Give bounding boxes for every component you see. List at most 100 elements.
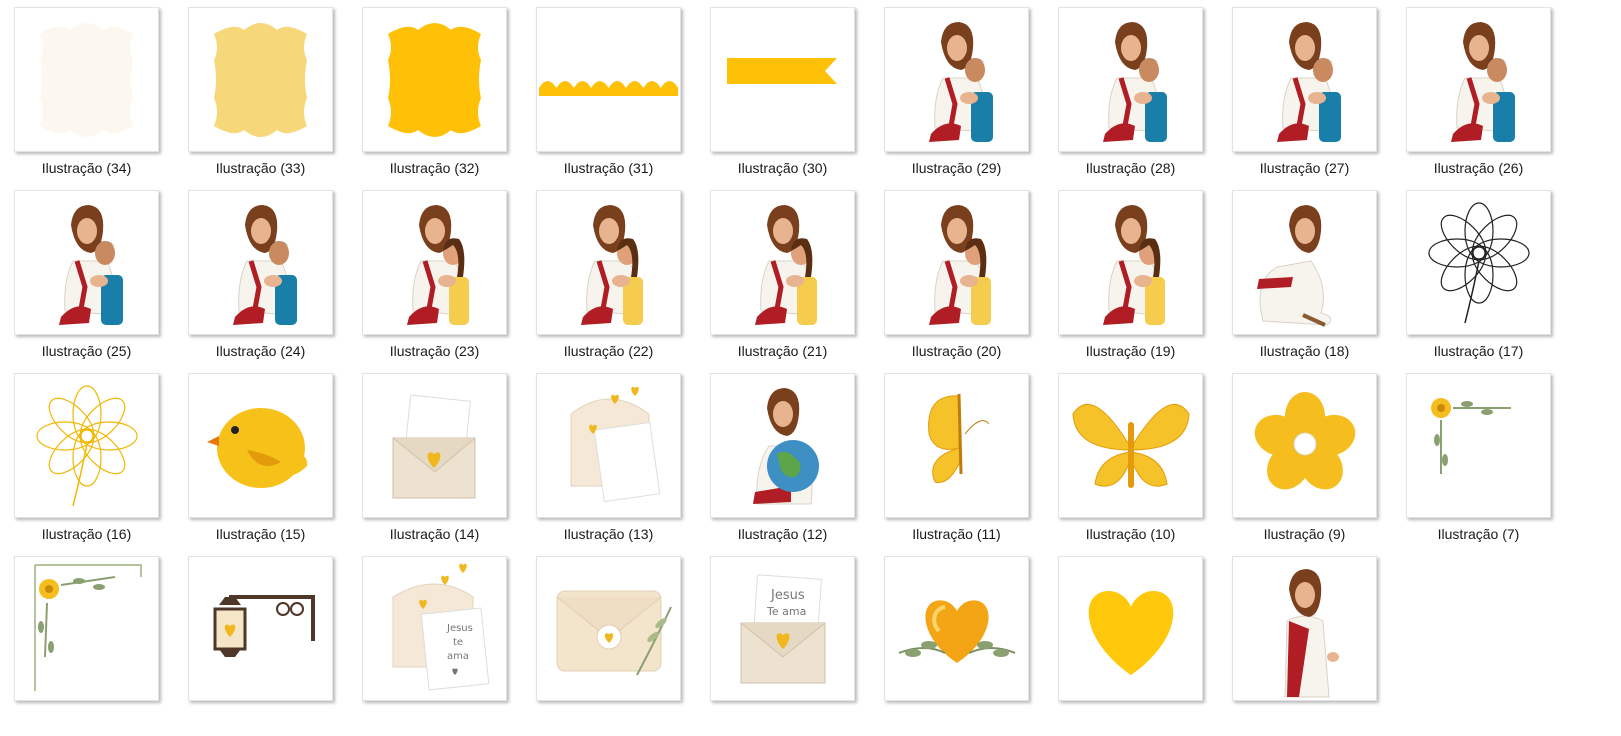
file-tile[interactable]	[14, 556, 159, 736]
file-name[interactable]: Ilustração (16)	[0, 526, 179, 542]
file-name[interactable]: Ilustração (33)	[168, 160, 353, 176]
file-name[interactable]: Ilustração (28)	[1038, 160, 1223, 176]
file-name[interactable]: Ilustração (14)	[342, 526, 527, 542]
file-tile[interactable]: Ilustração (23)	[362, 190, 507, 370]
envelope-note-icon[interactable]: Jesus te ama	[362, 556, 507, 701]
jesus-hug-boy-icon[interactable]	[1406, 7, 1551, 152]
file-tile[interactable]: Ilustração (22)	[536, 190, 681, 370]
yellow-flower-icon[interactable]	[1232, 373, 1377, 518]
flower-outline-black-icon[interactable]	[1406, 190, 1551, 335]
file-name[interactable]: Ilustração (31)	[516, 160, 701, 176]
corner-flower-frame-icon[interactable]	[14, 556, 159, 701]
file-tile[interactable]: Ilustração (7)	[1406, 373, 1551, 553]
env-line1: Jesus	[770, 588, 805, 603]
file-name[interactable]: Ilustração (12)	[690, 526, 875, 542]
file-tile[interactable]	[1058, 556, 1203, 736]
frame-lightyellow-icon[interactable]	[188, 7, 333, 152]
file-tile[interactable]: Ilustração (34)	[14, 7, 159, 187]
file-tile[interactable]: Ilustração (29)	[884, 7, 1029, 187]
file-tile[interactable]	[884, 556, 1029, 736]
file-name[interactable]: Ilustração (26)	[1386, 160, 1571, 176]
file-name[interactable]: Ilustração (7)	[1386, 526, 1571, 542]
file-name[interactable]: Ilustração (20)	[864, 343, 1049, 359]
file-name[interactable]: Ilustração (32)	[342, 160, 527, 176]
file-tile[interactable]: Ilustração (33)	[188, 7, 333, 187]
lantern-icon[interactable]	[188, 556, 333, 701]
file-tile[interactable]	[188, 556, 333, 736]
file-name[interactable]: Ilustração (19)	[1038, 343, 1223, 359]
file-name[interactable]: Ilustração (15)	[168, 526, 353, 542]
file-tile[interactable]: Ilustração (24)	[188, 190, 333, 370]
file-tile[interactable]: Jesus te ama	[362, 556, 507, 736]
file-tile[interactable]: Jesus Te ama	[710, 556, 855, 736]
file-name[interactable]: Ilustração (30)	[690, 160, 875, 176]
file-tile[interactable]: Ilustração (26)	[1406, 7, 1551, 187]
file-name[interactable]: Ilustração (18)	[1212, 343, 1397, 359]
butterfly-side-icon[interactable]	[884, 373, 1029, 518]
jesus-standing-icon[interactable]	[1232, 556, 1377, 701]
file-tile[interactable]: Ilustração (32)	[362, 7, 507, 187]
jesus-hug-girl-icon[interactable]	[710, 190, 855, 335]
closed-envelope-icon[interactable]	[536, 556, 681, 701]
file-tile[interactable]: Ilustração (16)	[14, 373, 159, 553]
file-tile[interactable]: Ilustração (12)	[710, 373, 855, 553]
jesus-hug-girl-icon[interactable]	[362, 190, 507, 335]
file-name[interactable]: Ilustração (22)	[516, 343, 701, 359]
env-line2: Te ama	[766, 605, 806, 618]
file-tile[interactable]: Ilustração (27)	[1232, 7, 1377, 187]
file-name[interactable]: Ilustração (23)	[342, 343, 527, 359]
flower-outline-yellow-icon[interactable]	[14, 373, 159, 518]
ribbon-banner-icon[interactable]	[710, 7, 855, 152]
envelope-hearts-icon[interactable]	[536, 373, 681, 518]
file-name[interactable]: Ilustração (25)	[0, 343, 179, 359]
jesus-hug-girl-icon[interactable]	[884, 190, 1029, 335]
scallop-border-icon[interactable]	[536, 7, 681, 152]
butterfly-icon[interactable]	[1058, 373, 1203, 518]
file-tile[interactable]: Ilustração (19)	[1058, 190, 1203, 370]
frame-yellow-icon[interactable]	[362, 7, 507, 152]
file-name[interactable]: Ilustração (27)	[1212, 160, 1397, 176]
file-name[interactable]: Ilustração (10)	[1038, 526, 1223, 542]
yellow-heart-icon[interactable]	[1058, 556, 1203, 701]
jesus-hug-boy-icon[interactable]	[14, 190, 159, 335]
file-tile[interactable]	[1232, 556, 1377, 736]
file-tile[interactable]	[536, 556, 681, 736]
file-tile[interactable]: Ilustração (9)	[1232, 373, 1377, 553]
file-name[interactable]: Ilustração (9)	[1212, 526, 1397, 542]
file-tile[interactable]: Ilustração (25)	[14, 190, 159, 370]
jesus-kneeling-icon[interactable]	[1232, 190, 1377, 335]
file-tile[interactable]: Ilustração (31)	[536, 7, 681, 187]
file-name[interactable]: Ilustração (13)	[516, 526, 701, 542]
jesus-hug-girl-icon[interactable]	[536, 190, 681, 335]
file-name[interactable]: Ilustração (21)	[690, 343, 875, 359]
envelope-heart-icon[interactable]	[362, 373, 507, 518]
file-tile[interactable]: Ilustração (28)	[1058, 7, 1203, 187]
file-tile[interactable]: Ilustração (17)	[1406, 190, 1551, 370]
file-tile[interactable]: Ilustração (10)	[1058, 373, 1203, 553]
file-name[interactable]: Ilustração (11)	[864, 526, 1049, 542]
note-line3: ama	[447, 651, 469, 662]
jesus-hug-girl-icon[interactable]	[1058, 190, 1203, 335]
jesus-hug-boy-icon[interactable]	[1232, 7, 1377, 152]
frame-cream-icon[interactable]	[14, 7, 159, 152]
file-tile[interactable]: Ilustração (14)	[362, 373, 507, 553]
file-name[interactable]: Ilustração (29)	[864, 160, 1049, 176]
jesus-hug-boy-icon[interactable]	[188, 190, 333, 335]
file-tile[interactable]: Ilustração (11)	[884, 373, 1029, 553]
file-tile[interactable]: Ilustração (15)	[188, 373, 333, 553]
file-tile[interactable]: Ilustração (13)	[536, 373, 681, 553]
yellow-bird-icon[interactable]	[188, 373, 333, 518]
heart-leaves-icon[interactable]	[884, 556, 1029, 701]
file-name[interactable]: Ilustração (34)	[0, 160, 179, 176]
file-name[interactable]: Ilustração (17)	[1386, 343, 1571, 359]
file-tile[interactable]: Ilustração (18)	[1232, 190, 1377, 370]
envelope-jesus-te-ama-icon[interactable]: Jesus Te ama	[710, 556, 855, 701]
jesus-hug-boy-icon[interactable]	[884, 7, 1029, 152]
file-name[interactable]: Ilustração (24)	[168, 343, 353, 359]
file-tile[interactable]: Ilustração (20)	[884, 190, 1029, 370]
jesus-globe-icon[interactable]	[710, 373, 855, 518]
corner-flower-small-icon[interactable]	[1406, 373, 1551, 518]
file-tile[interactable]: Ilustração (30)	[710, 7, 855, 187]
jesus-hug-boy-icon[interactable]	[1058, 7, 1203, 152]
file-tile[interactable]: Ilustração (21)	[710, 190, 855, 370]
